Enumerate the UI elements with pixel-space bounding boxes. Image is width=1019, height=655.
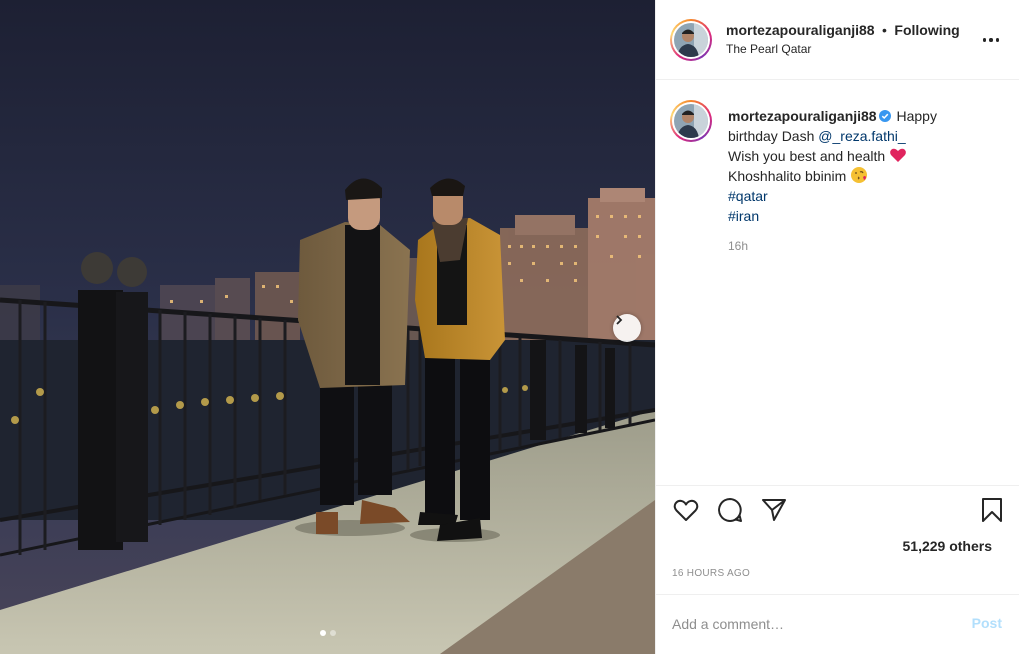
bookmark-icon [982, 498, 1002, 522]
heart-outline-icon [673, 499, 699, 521]
post-actions: 51,229 others 16 HOURS AGO Post [656, 485, 1019, 655]
header-username[interactable]: mortezapouraliganji88 [726, 22, 875, 38]
caption-text: birthday Dash [728, 128, 815, 144]
header-text: mortezapouraliganji88 • Following The Pe… [726, 21, 960, 58]
paper-plane-icon [762, 499, 786, 521]
avatar[interactable] [670, 18, 712, 61]
comment-input[interactable] [672, 613, 952, 635]
caption-line-2: Wish you best and health [728, 148, 886, 164]
carousel-dot [329, 630, 336, 636]
action-buttons [672, 496, 788, 528]
header-separator: • [882, 22, 887, 38]
likes-count[interactable]: 51,229 others [903, 538, 993, 554]
caption-username[interactable]: mortezapouraliganji88 [728, 108, 877, 124]
verified-badge-icon [878, 110, 891, 122]
profile-picture [674, 22, 708, 57]
caption-avatar[interactable] [670, 100, 712, 142]
post-caption: mortezapouraliganji88 Happy birthday Das… [728, 106, 998, 226]
share-button[interactable] [760, 496, 788, 524]
chevron-right-icon [616, 315, 623, 325]
like-button[interactable] [672, 496, 700, 524]
mention-link[interactable]: @_reza.fathi_ [818, 128, 905, 144]
comment-bubble-icon [718, 498, 742, 522]
post-comment-button[interactable]: Post [972, 615, 1002, 631]
red-heart-emoji [890, 148, 906, 162]
more-horizontal-icon [982, 38, 987, 42]
profile-picture [674, 104, 708, 138]
post-photo[interactable] [0, 0, 655, 654]
hashtag-link[interactable]: #qatar [728, 188, 768, 204]
photo-scene [0, 0, 655, 654]
instagram-post: mortezapouraliganji88 • Following The Pe… [0, 0, 1019, 654]
caption-line-3: Khoshhalito bbinim [728, 168, 847, 184]
comment-button[interactable] [716, 496, 744, 524]
carousel-indicator [0, 630, 655, 636]
following-button[interactable]: Following [894, 22, 959, 38]
post-timestamp[interactable]: 16 HOURS AGO [672, 568, 750, 579]
hashtag-link[interactable]: #iran [728, 208, 759, 224]
caption-area: mortezapouraliganji88 Happy birthday Das… [656, 80, 1019, 484]
post-header: mortezapouraliganji88 • Following The Pe… [656, 0, 1019, 80]
comment-form: Post [656, 594, 1019, 655]
more-options-button[interactable] [979, 28, 1003, 52]
save-button[interactable] [978, 496, 1006, 524]
caption-time[interactable]: 16h [728, 239, 748, 253]
next-photo-button[interactable] [613, 314, 641, 342]
caption-text-start: Happy [896, 108, 937, 124]
post-location[interactable]: The Pearl Qatar [726, 40, 960, 58]
kissing-face-emoji [851, 167, 868, 183]
carousel-dot-active [319, 630, 326, 636]
post-side-panel: mortezapouraliganji88 • Following The Pe… [655, 0, 1019, 654]
